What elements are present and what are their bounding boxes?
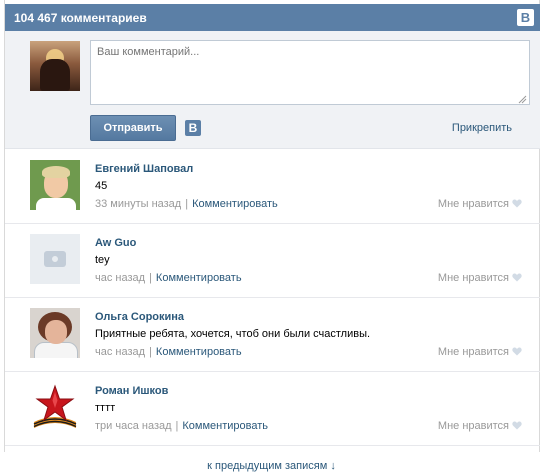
my-avatar[interactable]	[30, 41, 80, 91]
comment-item: Aw Guo tey час назад | Комментировать Мне …	[5, 224, 540, 298]
comment-text: tey	[95, 254, 110, 266]
avatar[interactable]	[30, 160, 80, 210]
comment-time[interactable]: час назад	[95, 272, 145, 284]
comment-meta: 33 минуты назад | Комментировать	[95, 198, 278, 210]
comment-text: 45	[95, 180, 108, 192]
divider: |	[175, 420, 179, 432]
vk-share-icon[interactable]: В	[185, 120, 201, 136]
comment-input[interactable]	[90, 40, 530, 105]
heart-icon	[512, 199, 522, 208]
send-button[interactable]: Отправить	[90, 115, 176, 141]
like-button[interactable]: Мне нравится	[438, 420, 522, 432]
comment-item: Ольга Сорокина Приятные ребята, хочется,…	[5, 298, 540, 372]
comment-author[interactable]: Евгений Шаповал	[95, 163, 193, 175]
resize-grip-icon[interactable]	[518, 95, 527, 104]
red-star-icon	[33, 384, 77, 428]
widget-header: 104 467 комментариев В	[5, 4, 540, 31]
like-label: Мне нравится	[437, 198, 509, 210]
like-button[interactable]: Мне нравится	[438, 198, 522, 210]
avatar[interactable]	[30, 234, 80, 284]
divider: |	[149, 272, 152, 284]
like-button[interactable]: Мне нравится	[438, 346, 522, 358]
reply-link[interactable]: Комментировать	[156, 272, 242, 284]
comment-compose: Отправить В Прикрепить	[5, 31, 540, 149]
reply-link[interactable]: Комментировать	[182, 420, 268, 432]
heart-icon	[512, 347, 522, 356]
avatar-body	[34, 342, 78, 358]
like-button[interactable]: Мне нравится	[438, 272, 522, 284]
comments-list: Евгений Шаповал 45 33 минуты назад | Комме…	[5, 150, 540, 446]
comment-meta: три часа назад | Комментировать	[95, 420, 268, 432]
comments-count-title: 104 467 комментариев	[14, 11, 147, 25]
comment-author[interactable]: Ольга Сорокина	[95, 311, 184, 323]
comment-time[interactable]: три часа назад	[95, 420, 172, 432]
avatar[interactable]	[30, 308, 80, 358]
comment-text: тттт	[95, 402, 116, 414]
comment-item: Евгений Шаповал 45 33 минуты назад | Комме…	[5, 150, 540, 224]
attach-link[interactable]: Прикрепить	[452, 122, 512, 134]
camera-lens-icon	[50, 254, 60, 264]
comment-time[interactable]: 33 минуты назад	[95, 198, 181, 210]
comments-widget: 104 467 комментариев В Отправить В Прикр…	[4, 0, 540, 452]
avatar-face	[45, 320, 67, 344]
silhouette-icon	[40, 59, 70, 91]
previous-posts-link[interactable]: к предыдущим записям ↓	[0, 460, 543, 472]
like-label: Мне нравится	[437, 346, 509, 358]
avatar[interactable]	[30, 382, 80, 432]
comment-author[interactable]: Роман Ишков	[95, 385, 168, 397]
like-label: Мне нравится	[437, 420, 509, 432]
comment-time[interactable]: час назад	[95, 346, 145, 358]
comment-author[interactable]: Aw Guo	[95, 237, 136, 249]
heart-icon	[512, 273, 522, 282]
divider: |	[149, 346, 152, 358]
comment-item: Роман Ишков тттт три часа назад | Комменти…	[5, 372, 540, 446]
comment-meta: час назад | Комментировать	[95, 272, 242, 284]
comment-text: Приятные ребята, хочется, чтоб они были …	[95, 328, 371, 340]
reply-link[interactable]: Комментировать	[192, 198, 278, 210]
avatar-shirt	[36, 198, 76, 210]
reply-link[interactable]: Комментировать	[156, 346, 242, 358]
like-label: Мне нравится	[437, 272, 509, 284]
comment-meta: час назад | Комментировать	[95, 346, 242, 358]
avatar-hair	[42, 166, 70, 178]
vk-logo-icon[interactable]: В	[517, 9, 534, 26]
heart-icon	[512, 421, 522, 430]
divider: |	[185, 198, 189, 210]
